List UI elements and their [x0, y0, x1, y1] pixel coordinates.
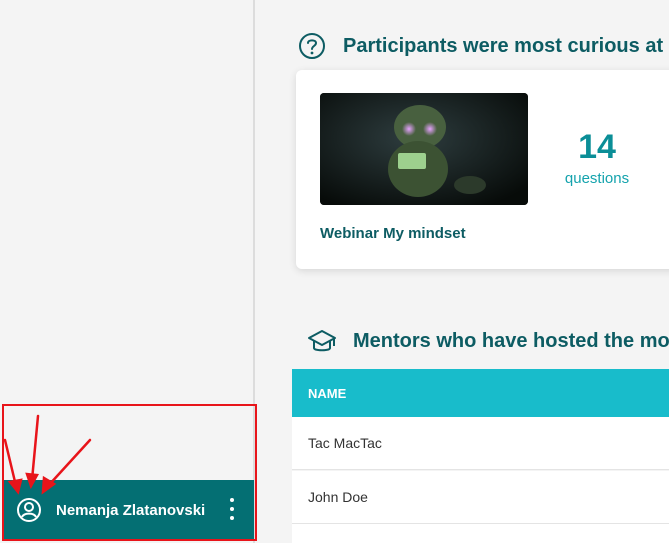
main-content: Participants were most curious at Webina…	[257, 0, 669, 543]
question-count: 14	[578, 128, 616, 166]
sidebar: Nemanja Zlatanovski	[0, 0, 255, 543]
table-row[interactable]: Tac MacTac	[292, 417, 669, 470]
curious-section-title: Participants were most curious at	[297, 31, 663, 61]
curious-title-text: Participants were most curious at	[343, 34, 664, 57]
webinar-title[interactable]: Webinar My mindset	[320, 225, 466, 242]
mentor-name: Tac MacTac	[308, 435, 382, 451]
table-header-name[interactable]: NAME	[292, 369, 669, 417]
question-circle-icon	[297, 31, 327, 61]
graduation-cap-icon	[307, 326, 337, 356]
webinar-thumbnail[interactable]	[320, 93, 528, 205]
mentors-title-text: Mentors who have hosted the mo	[353, 329, 669, 352]
user-circle-icon[interactable]	[16, 497, 42, 523]
mentor-name: John Doe	[308, 489, 368, 505]
more-vertical-icon[interactable]	[228, 498, 236, 520]
question-count-label: questions	[564, 170, 630, 187]
user-profile-bar[interactable]: Nemanja Zlatanovski	[4, 480, 254, 540]
mentors-section-title: Mentors who have hosted the mo	[307, 326, 669, 356]
table-row	[292, 524, 669, 543]
webinar-card[interactable]: Webinar My mindset 14 questions	[296, 70, 669, 269]
table-row[interactable]: John Doe	[292, 471, 669, 524]
user-name: Nemanja Zlatanovski	[56, 501, 206, 519]
